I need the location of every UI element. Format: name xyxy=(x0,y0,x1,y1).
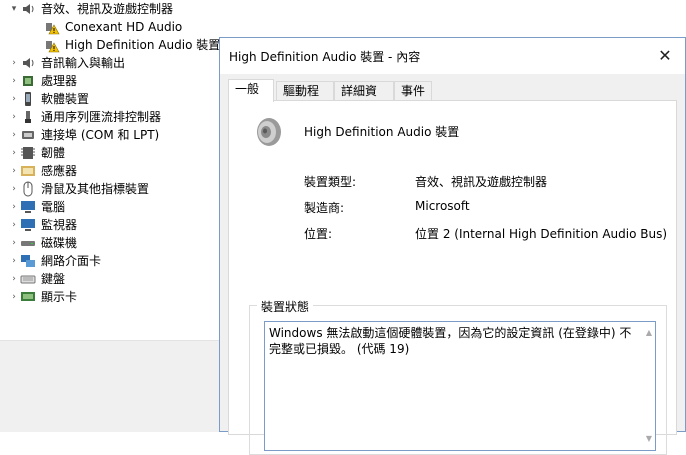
manufacturer-value: Microsoft xyxy=(415,199,470,213)
tree-item-ports[interactable]: › 連接埠 (COM 和 LPT) xyxy=(8,126,159,144)
tab-events[interactable]: 事件 xyxy=(394,81,432,101)
tree-item-label: 處理器 xyxy=(41,74,78,88)
keyboard-icon xyxy=(20,271,36,287)
tab-details[interactable]: 詳細資料 xyxy=(334,81,394,117)
tree-item-label: 網路介面卡 xyxy=(41,254,102,268)
display-adapter-icon xyxy=(20,289,36,305)
chevron-right-icon[interactable]: › xyxy=(8,108,20,126)
properties-dialog: High Definition Audio 裝置 - 內容 ✕ 一般 驅動程式 … xyxy=(219,37,686,455)
tree-item-processors[interactable]: › 處理器 xyxy=(8,72,77,90)
tree-item-label: 鍵盤 xyxy=(41,272,66,286)
dialog-title: High Definition Audio 裝置 - 內容 xyxy=(229,50,421,64)
tree-item-label: 感應器 xyxy=(41,164,78,178)
speaker-icon xyxy=(20,55,36,71)
mouse-icon xyxy=(20,181,36,197)
tree-item-mice[interactable]: › 滑鼠及其他指標裝置 xyxy=(8,180,149,198)
chevron-right-icon[interactable]: › xyxy=(8,252,20,270)
chevron-down-icon[interactable]: ▾ xyxy=(8,0,20,18)
tree-item-label: 連接埠 (COM 和 LPT) xyxy=(41,128,160,142)
close-button[interactable]: ✕ xyxy=(651,42,679,70)
tree-item-label: 磁碟機 xyxy=(41,236,78,250)
chevron-right-icon[interactable]: › xyxy=(8,144,20,162)
tree-item-conexant[interactable]: Conexant HD Audio xyxy=(44,18,182,36)
device-tree: ▾ 音效、視訊及遊戲控制器 Conexant HD Audio High Def… xyxy=(0,0,220,340)
chevron-right-icon[interactable]: › xyxy=(8,288,20,306)
tree-item-hd-audio[interactable]: High Definition Audio 裝置 xyxy=(44,36,220,54)
monitor-icon xyxy=(20,199,36,215)
manufacturer-label: 製造商: xyxy=(304,201,345,215)
chevron-right-icon[interactable]: › xyxy=(8,270,20,288)
tree-item-monitors[interactable]: › 監視器 xyxy=(8,216,77,234)
chevron-right-icon[interactable]: › xyxy=(8,54,20,72)
usb-icon xyxy=(20,109,36,125)
tree-item-label: 滑鼠及其他指標裝置 xyxy=(41,182,150,196)
device-icon xyxy=(20,91,36,107)
chevron-right-icon[interactable]: › xyxy=(8,126,20,144)
warning-icon xyxy=(44,19,60,35)
device-status-text: Windows 無法啟動這個硬體裝置，因為它的設定資訊 (在登錄中) 不完整或已… xyxy=(269,326,632,356)
scroll-up-icon[interactable]: ▲ xyxy=(646,325,652,341)
tree-item-disk-drives[interactable]: › 磁碟機 xyxy=(8,234,77,252)
disk-icon xyxy=(20,235,36,251)
tree-item-usb-controllers[interactable]: › 通用序列匯流排控制器 xyxy=(8,108,161,126)
tree-item-label: 韌體 xyxy=(41,146,66,160)
tree-item-label: 通用序列匯流排控制器 xyxy=(41,110,162,124)
tree-item-computer[interactable]: › 電腦 xyxy=(8,198,65,216)
chevron-right-icon[interactable]: › xyxy=(8,234,20,252)
speaker-icon xyxy=(20,1,36,17)
device-type-label: 裝置類型: xyxy=(304,175,357,189)
port-icon xyxy=(20,127,36,143)
tree-item-keyboards[interactable]: › 鍵盤 xyxy=(8,270,65,288)
tree-item-label: 軟體裝置 xyxy=(41,92,90,106)
tree-item-network-adapters[interactable]: › 網路介面卡 xyxy=(8,252,101,270)
status-bar xyxy=(0,340,220,363)
tree-item-software-devices[interactable]: › 軟體裝置 xyxy=(8,90,89,108)
monitor-icon xyxy=(20,217,36,233)
tree-item-audio-io[interactable]: › 音訊輸入與輸出 xyxy=(8,54,125,72)
tab-general[interactable]: 一般 xyxy=(228,79,274,102)
tree-item-sound-video-game[interactable]: ▾ 音效、視訊及遊戲控制器 xyxy=(8,0,173,18)
tab-driver[interactable]: 驅動程式 xyxy=(276,81,334,117)
chevron-right-icon[interactable]: › xyxy=(8,198,20,216)
warning-icon xyxy=(44,37,60,53)
tree-item-display-adapters[interactable]: › 顯示卡 xyxy=(8,288,77,306)
tree-item-label: 電腦 xyxy=(41,200,66,214)
device-type-value: 音效、視訊及遊戲控制器 xyxy=(415,175,548,189)
tree-item-label: 音訊輸入與輸出 xyxy=(41,56,126,70)
location-value: 位置 2 (Internal High Definition Audio Bus… xyxy=(415,227,668,241)
tree-item-label: 音效、視訊及遊戲控制器 xyxy=(41,2,174,16)
chevron-right-icon[interactable]: › xyxy=(8,72,20,90)
sensor-icon xyxy=(20,163,36,179)
tree-item-sensors[interactable]: › 感應器 xyxy=(8,162,77,180)
tree-item-label: 監視器 xyxy=(41,218,78,232)
chevron-right-icon[interactable]: › xyxy=(8,90,20,108)
tree-item-label: 顯示卡 xyxy=(41,290,78,304)
tree-item-label: Conexant HD Audio xyxy=(65,20,183,34)
device-status-label: 裝置狀態 xyxy=(257,298,314,315)
chevron-right-icon[interactable]: › xyxy=(8,180,20,198)
speaker-icon xyxy=(255,116,283,148)
scroll-down-icon[interactable]: ▼ xyxy=(646,431,652,447)
chevron-right-icon[interactable]: › xyxy=(8,216,20,234)
chevron-right-icon[interactable]: › xyxy=(8,162,20,180)
cpu-icon xyxy=(20,73,36,89)
tree-item-label: High Definition Audio 裝置 xyxy=(65,38,221,52)
tree-item-firmware[interactable]: › 韌體 xyxy=(8,144,65,162)
window-background xyxy=(0,362,220,432)
network-icon xyxy=(20,253,36,269)
location-label: 位置: xyxy=(304,227,333,241)
chip-icon xyxy=(20,145,36,161)
general-tab-panel: High Definition Audio 裝置 裝置類型: 音效、視訊及遊戲控… xyxy=(228,100,677,455)
dialog-titlebar[interactable]: High Definition Audio 裝置 - 內容 ✕ xyxy=(220,38,685,74)
device-name: High Definition Audio 裝置 xyxy=(304,125,460,139)
